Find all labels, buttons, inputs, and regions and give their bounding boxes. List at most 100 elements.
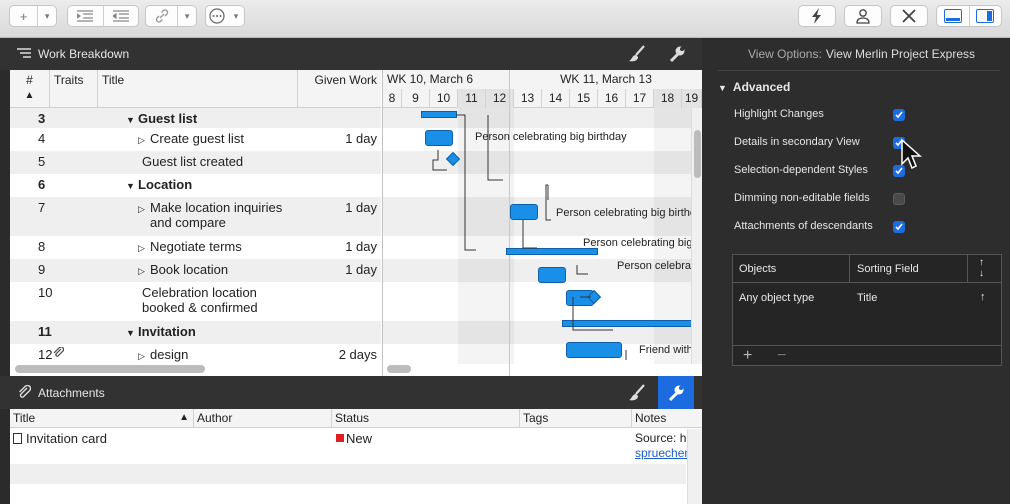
wrench-button[interactable] xyxy=(660,38,694,70)
row-title: Create guest list xyxy=(150,131,244,146)
row-number: 8 xyxy=(38,239,46,254)
attach-column-status[interactable]: Status xyxy=(332,409,520,428)
column-traits-label: Traits xyxy=(54,73,84,87)
row-number: 12 xyxy=(38,347,53,362)
attachment-notes-link[interactable]: spruechen xyxy=(635,446,687,460)
attachments-brush-button[interactable] xyxy=(620,376,654,409)
indent-button[interactable] xyxy=(68,6,103,26)
column-given-work[interactable]: Given Work xyxy=(298,70,381,108)
disclosure-right-icon[interactable]: ▷ xyxy=(138,351,150,362)
sort-col-field[interactable]: Sorting Field xyxy=(857,263,919,275)
row-title-cell[interactable]: ▷ Book location xyxy=(138,259,228,277)
column-num[interactable]: # ▲ xyxy=(10,70,50,108)
row-given-work[interactable]: 1 day xyxy=(345,197,377,215)
table-row[interactable]: 8 ▷ Negotiate terms 1 day xyxy=(10,236,381,259)
right-view-toggle[interactable] xyxy=(970,6,1001,26)
column-traits[interactable]: Traits xyxy=(50,70,98,108)
disclosure-down-icon[interactable]: ▼ xyxy=(126,328,138,338)
attachments-vertical-scrollbar[interactable] xyxy=(687,429,702,504)
sort-direction-icon[interactable]: ↑ ↓ xyxy=(979,257,984,279)
row-given-work[interactable]: 2 days xyxy=(339,344,377,362)
table-row[interactable]: 6 ▼ Location xyxy=(10,174,381,197)
attach-column-notes[interactable]: Notes xyxy=(632,409,702,428)
table-row[interactable]: 12 ▷ design 2 days xyxy=(10,344,381,367)
row-title-cell[interactable]: ▷ Negotiate terms xyxy=(138,236,242,254)
inspector-panel: View Options: View Merlin Project Expres… xyxy=(702,38,1010,504)
bottom-view-toggle[interactable] xyxy=(937,6,969,26)
row-title-cell[interactable]: ▼ Location xyxy=(126,174,192,192)
gantt-vscroll-thumb[interactable] xyxy=(694,130,701,178)
sort-ascending-arrow-icon[interactable]: ↑ xyxy=(980,291,986,303)
plus-icon: + xyxy=(743,347,753,364)
disclosure-right-icon[interactable]: ▷ xyxy=(138,135,150,146)
disclosure-down-icon: ▼ xyxy=(718,83,727,93)
plus-icon: + xyxy=(19,8,28,24)
option-checkbox[interactable] xyxy=(893,221,905,233)
attach-column-author[interactable]: Author xyxy=(194,409,332,428)
table-row[interactable]: 5 Guest list created xyxy=(10,151,381,174)
gantt-horizontal-scrollbar[interactable] xyxy=(387,365,411,373)
sort-row-object[interactable]: Any object type xyxy=(739,292,814,304)
link-menu-button[interactable]: ▾ xyxy=(178,6,196,26)
gantt-dependency-lines xyxy=(432,114,627,360)
brush-icon xyxy=(629,383,645,400)
option-label: Highlight Changes xyxy=(734,108,824,120)
add-menu-button[interactable]: ▾ xyxy=(38,6,56,26)
sorting-table: Objects Sorting Field ↑ ↓ Any object type… xyxy=(732,254,1002,366)
sort-row-field[interactable]: Title xyxy=(857,292,877,304)
row-title-cell[interactable]: ▼ Invitation xyxy=(126,321,196,339)
advanced-section-toggle[interactable]: ▼ Advanced xyxy=(718,80,790,94)
panel-right-icon xyxy=(976,9,995,23)
table-row[interactable]: 4 ▷ Create guest list 1 day xyxy=(10,128,381,151)
view-options-label: View Options: xyxy=(748,47,822,61)
option-checkbox[interactable] xyxy=(893,193,905,205)
style-brush-button[interactable] xyxy=(620,38,654,70)
outdent-button[interactable] xyxy=(103,6,138,26)
option-checkbox[interactable] xyxy=(893,109,905,121)
link-button[interactable] xyxy=(146,6,177,26)
flash-button[interactable] xyxy=(798,5,836,27)
disclosure-down-icon[interactable]: ▼ xyxy=(126,115,138,125)
gantt-vertical-scrollbar[interactable] xyxy=(691,108,702,364)
wrench-icon xyxy=(668,385,684,401)
row-title-cell[interactable]: ▷ Create guest list xyxy=(138,128,244,146)
attach-column-title[interactable]: Title ▲ xyxy=(10,409,194,428)
attachments-wrench-button[interactable] xyxy=(658,376,694,409)
outline-horizontal-scrollbar[interactable] xyxy=(15,365,205,373)
row-title-cell[interactable]: Celebration location booked & confirmed xyxy=(142,282,258,315)
row-title-line2: and compare xyxy=(150,215,226,230)
column-title[interactable]: Title xyxy=(98,70,298,108)
row-given-work[interactable]: 1 day xyxy=(345,128,377,146)
table-row[interactable]: 9 ▷ Book location 1 day xyxy=(10,259,381,282)
table-row[interactable]: 10 Celebration location booked & confirmed xyxy=(10,282,381,321)
link-icon xyxy=(155,9,168,23)
row-title-cell[interactable]: Guest list created xyxy=(142,151,243,169)
row-given-work[interactable]: 1 day xyxy=(345,259,377,277)
disclosure-down-icon[interactable]: ▼ xyxy=(126,181,138,191)
row-number: 7 xyxy=(38,200,46,215)
disclosure-right-icon[interactable]: ▷ xyxy=(138,204,150,215)
table-row[interactable]: 11 ▼ Invitation xyxy=(10,321,381,344)
add-button[interactable]: + xyxy=(10,6,37,26)
row-title-line2: booked & confirmed xyxy=(142,300,258,315)
sort-col-objects[interactable]: Objects xyxy=(739,263,776,275)
table-row[interactable]: 7 ▷ Make location inquiries and compare 1 da… xyxy=(10,197,381,236)
resource-button[interactable] xyxy=(844,5,882,27)
disclosure-right-icon[interactable]: ▷ xyxy=(138,266,150,277)
attach-column-tags[interactable]: Tags xyxy=(520,409,632,428)
remove-sort-button[interactable]: − xyxy=(777,347,786,365)
row-number: 4 xyxy=(38,131,46,146)
table-row[interactable]: 3 ▼ Guest list xyxy=(10,108,381,128)
row-title-cell[interactable]: ▷ Make location inquiries and compare xyxy=(138,197,282,230)
more-menu-button[interactable]: ▾ xyxy=(228,6,244,26)
tools-button[interactable] xyxy=(890,5,928,27)
row-title-cell[interactable]: ▷ design xyxy=(138,344,188,362)
attach-column-notes-label: Notes xyxy=(635,411,667,425)
row-title-cell[interactable]: ▼ Guest list xyxy=(126,108,197,126)
disclosure-right-icon[interactable]: ▷ xyxy=(138,243,150,254)
view-options-value[interactable]: View Merlin Project Express xyxy=(826,47,975,61)
row-given-work[interactable]: 1 day xyxy=(345,236,377,254)
add-sort-button[interactable]: + xyxy=(743,347,752,365)
more-button[interactable] xyxy=(206,6,228,26)
attachment-row[interactable]: Invitation card New Source: h spruechen xyxy=(10,429,702,461)
